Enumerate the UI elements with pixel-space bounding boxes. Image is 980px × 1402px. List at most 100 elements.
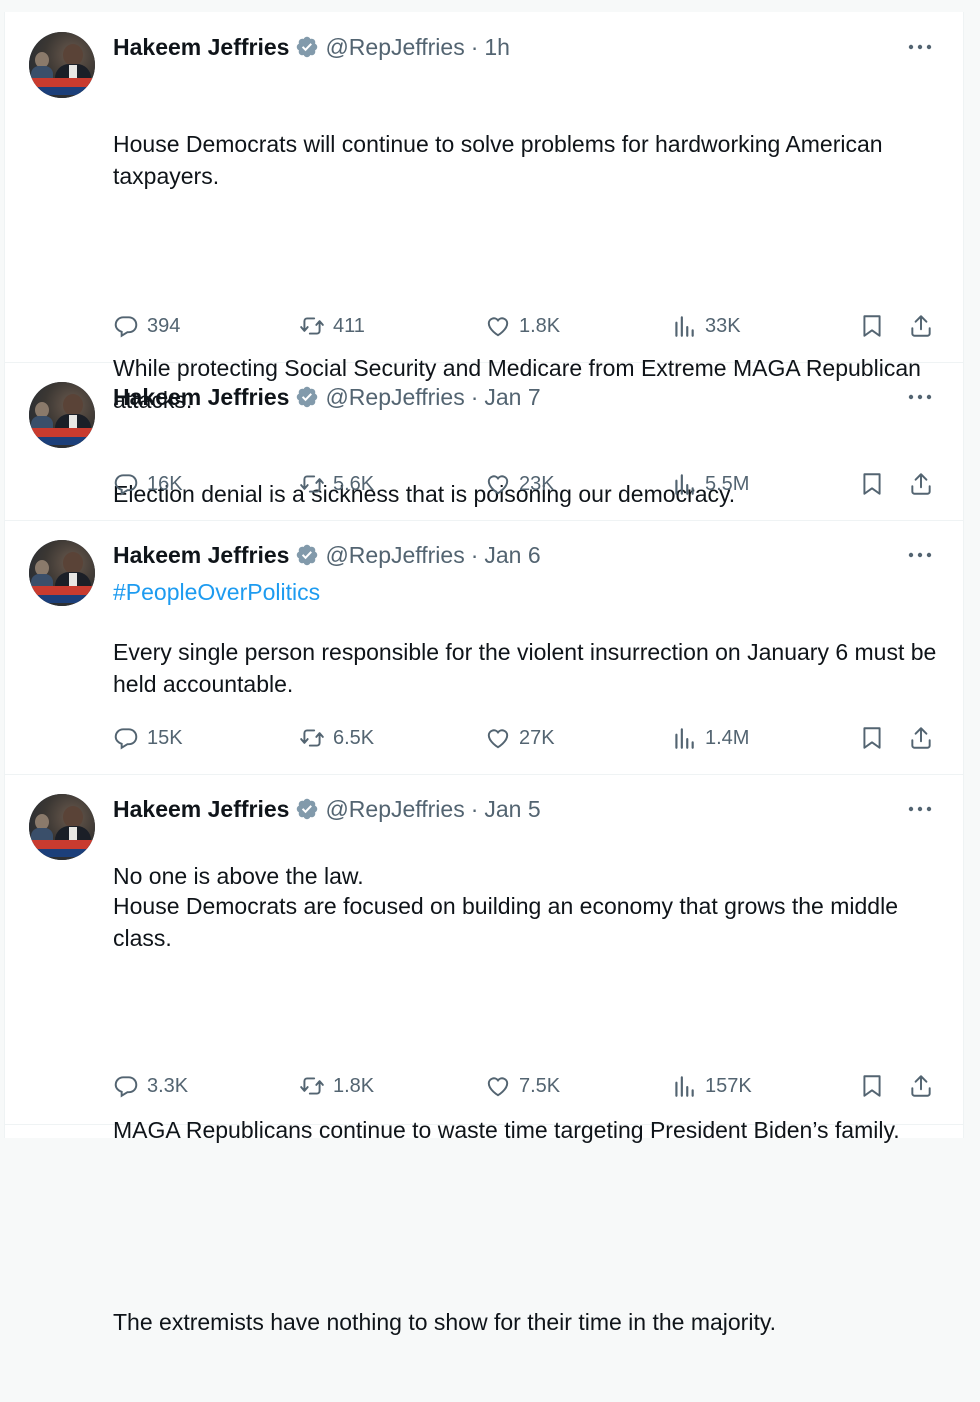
- timestamp[interactable]: Jan 5: [484, 796, 540, 823]
- tweet-actions: 15K 6.5K 27K 1.4M: [113, 723, 939, 753]
- views-icon: [675, 728, 694, 749]
- reply-icon: [114, 1076, 138, 1098]
- views-count: 1.4M: [705, 726, 750, 749]
- share-button[interactable]: [908, 723, 934, 753]
- tweet[interactable]: Hakeem Jeffries @RepJeffries · 1h House …: [5, 12, 963, 605]
- timestamp[interactable]: Jan 6: [484, 542, 540, 569]
- bookmark-icon: [863, 315, 881, 337]
- share-button[interactable]: [908, 469, 934, 499]
- verified-badge-icon[interactable]: [295, 797, 319, 821]
- separator: ·: [470, 383, 479, 410]
- bookmark-button[interactable]: [859, 723, 885, 753]
- retweet-button[interactable]: 5.6K: [299, 469, 374, 499]
- retweet-button[interactable]: 1.8K: [299, 1071, 374, 1101]
- views-button[interactable]: 33K: [671, 311, 741, 341]
- retweet-icon: [300, 729, 324, 747]
- reply-count: 15K: [147, 726, 183, 749]
- retweet-icon: [300, 317, 324, 335]
- more-icon[interactable]: [905, 798, 935, 820]
- bookmark-icon: [863, 1075, 881, 1097]
- views-count: 157K: [705, 1074, 752, 1097]
- retweet-button[interactable]: 6.5K: [299, 723, 374, 753]
- more-icon[interactable]: [905, 544, 935, 566]
- tweet-actions: 3.3K 1.8K 7.5K 157K: [113, 1071, 939, 1101]
- reply-icon: [114, 316, 138, 338]
- share-icon: [911, 1075, 931, 1097]
- views-button[interactable]: 1.4M: [671, 723, 749, 753]
- bookmark-button[interactable]: [859, 1071, 885, 1101]
- tweet-paragraph: Every single person responsible for the …: [113, 639, 943, 697]
- verified-badge-icon[interactable]: [295, 385, 319, 409]
- tweet-actions: 394 411 1.8K 33K: [113, 311, 939, 341]
- share-icon: [911, 473, 931, 495]
- retweet-count: 411: [333, 314, 365, 337]
- share-icon: [911, 727, 931, 749]
- tweet-paragraph: House Democrats will continue to solve p…: [113, 131, 889, 189]
- verified-badge-icon[interactable]: [295, 35, 319, 59]
- views-button[interactable]: 157K: [671, 1071, 752, 1101]
- like-button[interactable]: 27K: [485, 723, 555, 753]
- tweet[interactable]: Hakeem Jeffries @RepJeffries · Jan 5 Hou…: [5, 774, 963, 1335]
- timestamp[interactable]: Jan 7: [484, 384, 540, 411]
- reply-icon: [114, 474, 138, 496]
- retweet-icon: [300, 1077, 324, 1095]
- views-icon: [675, 1076, 694, 1097]
- reply-button[interactable]: 15K: [113, 723, 183, 753]
- like-icon: [487, 729, 509, 749]
- author-handle[interactable]: @RepJeffries: [325, 384, 464, 411]
- author-handle[interactable]: @RepJeffries: [325, 796, 464, 823]
- avatar[interactable]: [29, 382, 95, 448]
- tweet[interactable]: Hakeem Jeffries @RepJeffries · Jan 7 Ele…: [5, 362, 963, 521]
- views-count: 33K: [705, 314, 741, 337]
- author-handle[interactable]: @RepJeffries: [325, 542, 464, 569]
- avatar[interactable]: [29, 540, 95, 606]
- bookmark-button[interactable]: [859, 311, 885, 341]
- tweet-text: House Democrats are focused on building …: [113, 826, 939, 1402]
- retweet-button[interactable]: 411: [299, 311, 365, 341]
- like-icon: [487, 317, 509, 337]
- tweet-actions: 16K 5.6K 23K 5.5M: [113, 469, 939, 499]
- views-icon: [675, 316, 694, 337]
- author-handle[interactable]: @RepJeffries: [325, 34, 464, 61]
- reply-button[interactable]: 394: [113, 311, 180, 341]
- like-count: 23K: [519, 472, 555, 495]
- more-icon[interactable]: [905, 386, 935, 408]
- tweet[interactable]: Hakeem Jeffries @RepJeffries · Jan 6 Eve…: [5, 520, 963, 889]
- views-button[interactable]: 5.5M: [671, 469, 749, 499]
- reply-count: 3.3K: [147, 1074, 189, 1097]
- views-icon: [675, 474, 694, 495]
- reply-button[interactable]: 3.3K: [113, 1071, 188, 1101]
- like-button[interactable]: 23K: [485, 469, 555, 499]
- author-name[interactable]: Hakeem Jeffries: [113, 796, 289, 823]
- separator: ·: [470, 795, 479, 822]
- retweet-count: 6.5K: [333, 726, 375, 749]
- avatar[interactable]: [29, 32, 95, 98]
- author-name[interactable]: Hakeem Jeffries: [113, 384, 289, 411]
- retweet-icon: [300, 475, 324, 493]
- bookmark-button[interactable]: [859, 469, 885, 499]
- like-button[interactable]: 7.5K: [485, 1071, 560, 1101]
- separator: ·: [470, 33, 479, 60]
- avatar[interactable]: [29, 794, 95, 860]
- author-name[interactable]: Hakeem Jeffries: [113, 34, 289, 61]
- views-count: 5.5M: [705, 472, 750, 495]
- verified-badge-icon[interactable]: [295, 543, 319, 567]
- tweet-header: Hakeem Jeffries @RepJeffries · Jan 7: [113, 382, 939, 412]
- timestamp[interactable]: 1h: [484, 34, 510, 61]
- reply-count: 16K: [147, 472, 183, 495]
- like-button[interactable]: 1.8K: [485, 311, 560, 341]
- separator: ·: [470, 541, 479, 568]
- bookmark-icon: [863, 473, 881, 495]
- like-icon: [487, 1077, 509, 1097]
- reply-button[interactable]: 16K: [113, 469, 183, 499]
- tweet-header: Hakeem Jeffries @RepJeffries · 1h: [113, 32, 939, 62]
- share-button[interactable]: [908, 311, 934, 341]
- retweet-count: 5.6K: [333, 472, 375, 495]
- share-icon: [911, 315, 931, 337]
- share-button[interactable]: [908, 1071, 934, 1101]
- tweet-paragraph: House Democrats are focused on building …: [113, 893, 905, 951]
- author-name[interactable]: Hakeem Jeffries: [113, 542, 289, 569]
- tweet-header: Hakeem Jeffries @RepJeffries · Jan 6: [113, 540, 939, 570]
- tweet-paragraph: MAGA Republicans continue to waste time …: [113, 1117, 900, 1143]
- more-icon[interactable]: [905, 36, 935, 58]
